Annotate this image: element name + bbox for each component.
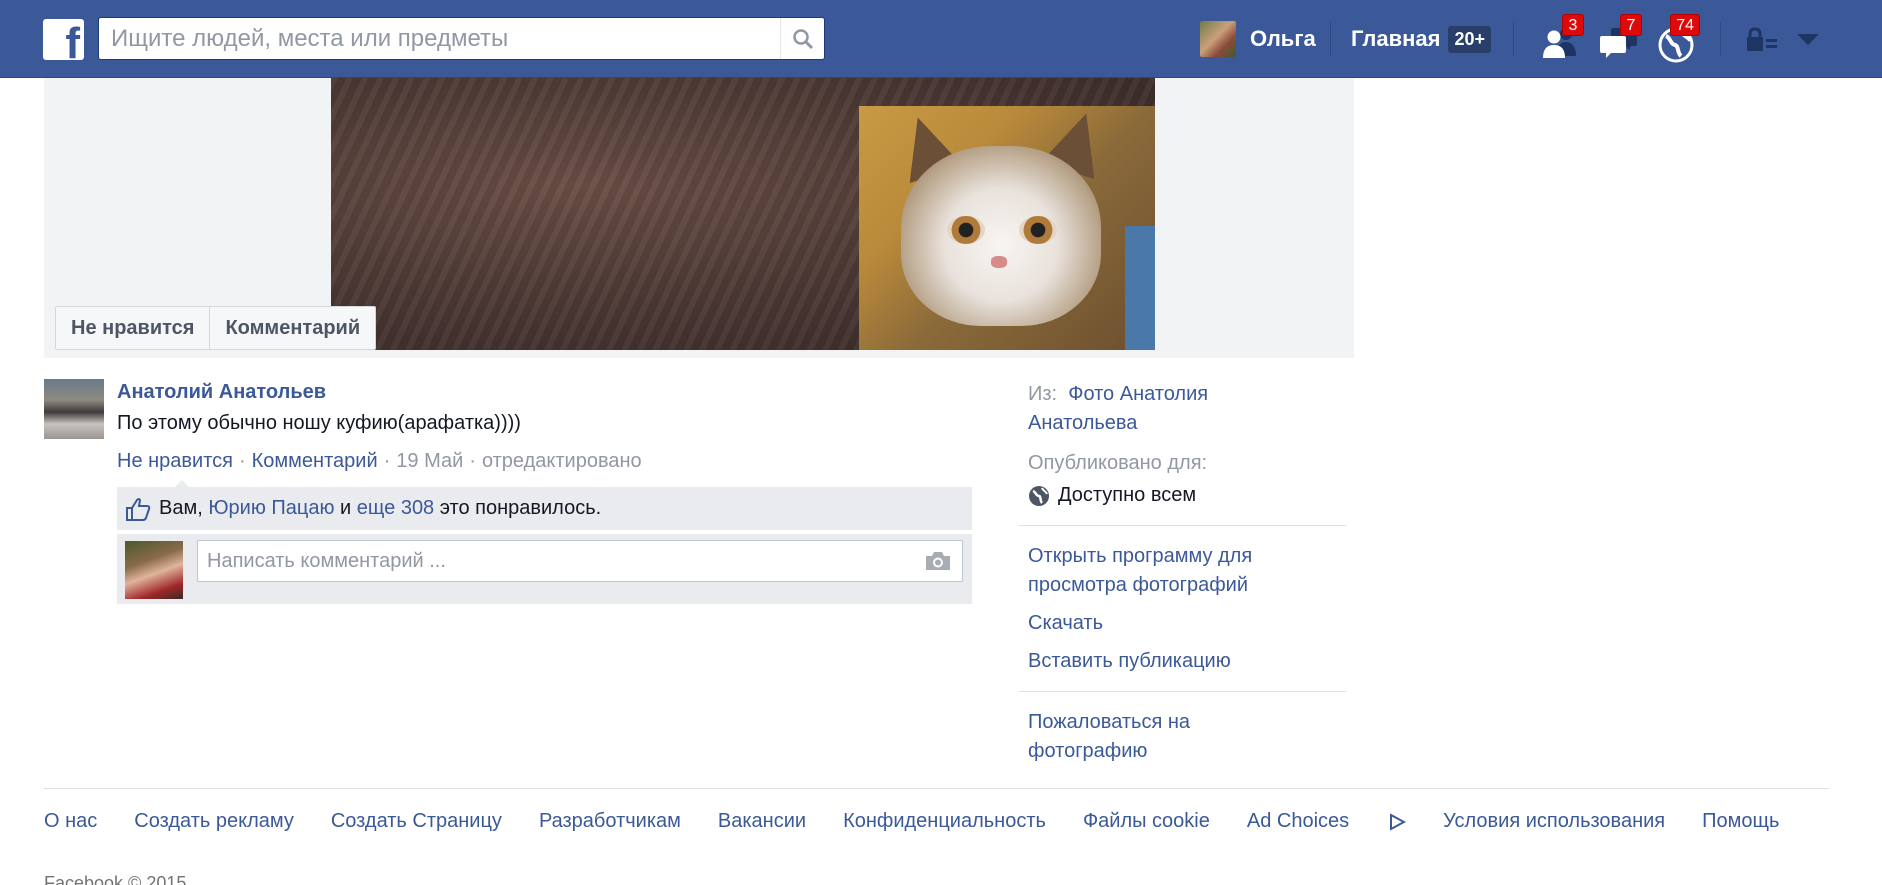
footer-link-create-ad[interactable]: Создать рекламу bbox=[134, 810, 294, 833]
ad-choices-icon bbox=[1390, 812, 1407, 831]
post-text: По этому обычно ношу куфию(арафатка)))) bbox=[117, 412, 521, 434]
likes-prefix: Вам, bbox=[159, 497, 203, 519]
divider bbox=[1720, 22, 1721, 56]
likes-summary: Вам, Юрию Пацаю и еще 308 это понравилос… bbox=[117, 480, 972, 530]
report-photo-link-cont[interactable]: фотографию bbox=[1028, 740, 1147, 762]
footer-divider bbox=[44, 788, 1829, 789]
footer-link-adchoices[interactable]: Ad Choices bbox=[1247, 810, 1349, 833]
camera-icon[interactable] bbox=[924, 550, 952, 572]
profile-name: Ольга bbox=[1250, 26, 1316, 51]
notifications-badge: 74 bbox=[1670, 14, 1700, 36]
lock-icon[interactable] bbox=[1746, 27, 1778, 53]
home-count-badge: 20+ bbox=[1448, 25, 1492, 53]
footer-links: О нас Создать рекламу Создать Страницу Р… bbox=[44, 810, 1779, 833]
meta-separator: · bbox=[469, 450, 476, 472]
download-link[interactable]: Скачать bbox=[1028, 612, 1103, 634]
author-avatar[interactable] bbox=[44, 379, 104, 439]
audience-label: Опубликовано для: bbox=[1028, 452, 1208, 474]
likes-and: и bbox=[340, 497, 352, 519]
footer-link-privacy[interactable]: Конфиденциальность bbox=[843, 810, 1046, 833]
footer-adchoices[interactable]: Ad Choices bbox=[1247, 810, 1407, 833]
likes-suffix: это понравилось. bbox=[439, 497, 602, 519]
album-link-cont[interactable]: Анатольева bbox=[1028, 412, 1137, 434]
meta-separator: · bbox=[238, 450, 246, 472]
footer-link-help[interactable]: Помощь bbox=[1702, 810, 1779, 833]
photo-unlike-button[interactable]: Не нравится bbox=[56, 307, 209, 349]
footer-link-terms[interactable]: Условия использования bbox=[1443, 810, 1665, 833]
messages-jewel[interactable]: 7 bbox=[1596, 14, 1642, 64]
search-button[interactable] bbox=[780, 18, 824, 59]
commenter-avatar bbox=[125, 541, 183, 599]
edited-label[interactable]: отредактировано bbox=[482, 450, 642, 472]
post-date[interactable]: 19 Май bbox=[396, 450, 463, 472]
embed-post-link[interactable]: Вставить публикацию bbox=[1028, 650, 1231, 672]
friend-requests-jewel[interactable]: 3 bbox=[1538, 14, 1584, 64]
author-name-link[interactable]: Анатолий Анатольев bbox=[117, 381, 326, 404]
facebook-logo-icon[interactable]: f bbox=[43, 19, 84, 60]
search-input[interactable] bbox=[99, 18, 779, 59]
open-photo-viewer-link[interactable]: Открыть программу для bbox=[1028, 545, 1252, 567]
divider bbox=[1019, 691, 1346, 692]
avatar bbox=[1200, 21, 1236, 57]
friend-requests-badge: 3 bbox=[1562, 14, 1584, 36]
top-bar: f Ольга Главная 20+ 3 7 bbox=[0, 0, 1882, 78]
footer-link-cookies[interactable]: Файлы cookie bbox=[1083, 810, 1210, 833]
open-photo-viewer-link-cont[interactable]: просмотра фотографий bbox=[1028, 574, 1248, 596]
footer-link-create-page[interactable]: Создать Страницу bbox=[331, 810, 502, 833]
likes-more-link[interactable]: еще 308 bbox=[357, 497, 434, 520]
footer-link-careers[interactable]: Вакансии bbox=[718, 810, 806, 833]
liker-friend-link[interactable]: Юрию Пацаю bbox=[208, 497, 334, 520]
comment-field bbox=[197, 540, 963, 582]
footer-link-developers[interactable]: Разработчикам bbox=[539, 810, 681, 833]
notifications-jewel[interactable]: 74 bbox=[1654, 14, 1700, 64]
comment-input[interactable] bbox=[198, 541, 898, 581]
messages-badge: 7 bbox=[1620, 14, 1642, 36]
comment-composer bbox=[117, 534, 972, 604]
search-box bbox=[98, 17, 825, 60]
caret-down-icon[interactable] bbox=[1797, 34, 1819, 45]
thumb-up-icon bbox=[126, 497, 151, 521]
divider bbox=[1513, 22, 1514, 56]
search-icon bbox=[792, 28, 813, 49]
profile-link[interactable]: Ольга bbox=[1200, 20, 1316, 58]
report-photo-link[interactable]: Пожаловаться на bbox=[1028, 711, 1190, 733]
globe-small-icon bbox=[1029, 485, 1049, 506]
photo-actions: Не нравится Комментарий bbox=[55, 306, 377, 350]
divider bbox=[1330, 22, 1331, 56]
home-link[interactable]: Главная 20+ bbox=[1351, 20, 1492, 58]
unlike-link[interactable]: Не нравится bbox=[117, 450, 233, 472]
cat-photo-overlay bbox=[859, 106, 1155, 350]
footer-link-about[interactable]: О нас bbox=[44, 810, 97, 833]
from-label: Из: bbox=[1028, 383, 1058, 405]
audience-value[interactable]: Доступно всем bbox=[1058, 481, 1196, 510]
home-label: Главная bbox=[1351, 26, 1441, 51]
album-link[interactable]: Фото Анатолия bbox=[1068, 383, 1208, 405]
divider bbox=[1019, 525, 1346, 526]
meta-separator: · bbox=[383, 450, 391, 472]
comment-link[interactable]: Комментарий bbox=[252, 450, 378, 472]
post-meta: Не нравится · Комментарий · 19 Май · отредакти… bbox=[117, 450, 642, 473]
photo-info-panel: Из: Фото Анатолия Анатольева Опубликован… bbox=[1019, 380, 1354, 766]
photo-comment-button[interactable]: Комментарий bbox=[209, 307, 375, 349]
copyright: Facebook © 2015 bbox=[44, 873, 187, 885]
